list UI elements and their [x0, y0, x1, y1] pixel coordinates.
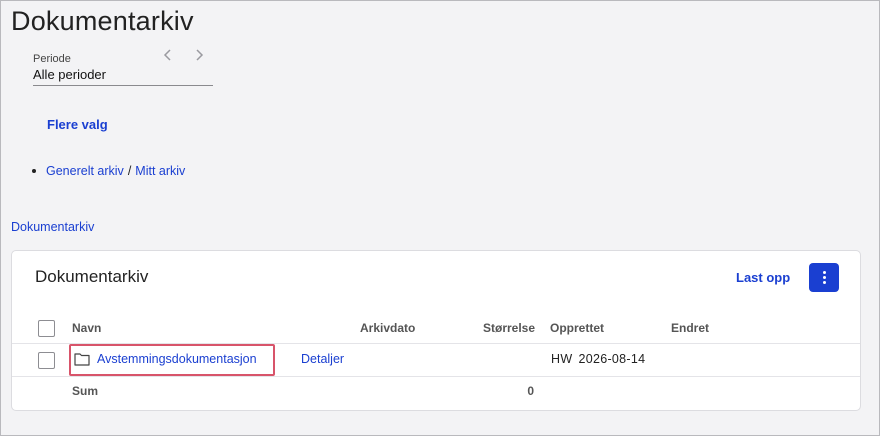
archive-separator: /: [127, 164, 132, 178]
kebab-dot: [822, 271, 826, 274]
sum-label: Sum: [72, 384, 99, 398]
period-select[interactable]: Periode Alle perioder: [33, 52, 213, 86]
document-link[interactable]: Avstemmingsdokumentasjon: [97, 352, 257, 366]
column-header-modified[interactable]: Endret: [671, 321, 709, 335]
created-by: HW: [551, 352, 573, 366]
my-archive-link[interactable]: Mitt arkiv: [135, 164, 185, 178]
period-value: Alle perioder: [33, 67, 106, 82]
more-actions-button[interactable]: [809, 263, 839, 292]
kebab-dot: [822, 281, 826, 284]
divider: [12, 376, 860, 377]
kebab-dot: [822, 276, 826, 279]
period-label: Periode: [33, 53, 71, 65]
select-all-checkbox[interactable]: [38, 320, 55, 337]
created-cell: HW 2026-08-14: [551, 352, 645, 366]
column-header-name[interactable]: Navn: [72, 321, 101, 335]
column-header-created[interactable]: Opprettet: [550, 321, 604, 335]
chevron-right-icon[interactable]: [191, 48, 207, 64]
column-header-size[interactable]: Størrelse: [483, 321, 535, 335]
chevron-left-icon[interactable]: [160, 48, 176, 64]
breadcrumb[interactable]: Dokumentarkiv: [11, 220, 94, 234]
document-card: Dokumentarkiv Last opp Navn Arkivdato St…: [11, 250, 861, 411]
created-date: 2026-08-14: [578, 352, 646, 366]
column-header-archive-date[interactable]: Arkivdato: [360, 321, 415, 335]
bullet: [32, 169, 36, 173]
archive-list: Generelt arkiv / Mitt arkiv: [32, 164, 185, 178]
card-title: Dokumentarkiv: [35, 267, 149, 286]
details-link[interactable]: Detaljer: [301, 352, 344, 366]
row-checkbox[interactable]: [38, 352, 55, 369]
folder-icon: [74, 353, 90, 366]
upload-button[interactable]: Last opp: [736, 270, 790, 285]
general-archive-link[interactable]: Generelt arkiv: [46, 164, 124, 178]
more-options-link[interactable]: Flere valg: [47, 117, 108, 132]
sum-size: 0: [527, 384, 534, 398]
page-title: Dokumentarkiv: [11, 6, 194, 36]
